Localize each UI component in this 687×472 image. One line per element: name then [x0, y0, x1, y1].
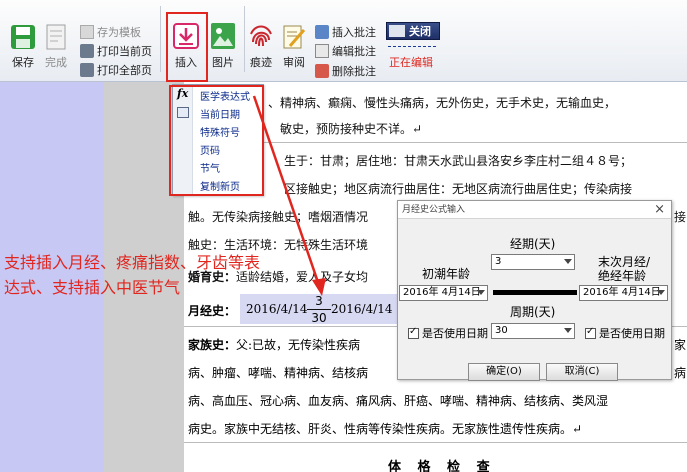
checkbox[interactable]	[408, 326, 419, 339]
doc-line: 接	[674, 210, 687, 224]
use-date-checkbox-right[interactable]: 是否使用日期	[585, 325, 665, 341]
doc-line: 病、肿瘤、哮喘、精神病、结核病	[188, 366, 369, 380]
trace-label: 痕迹	[250, 56, 272, 69]
template-icon	[80, 25, 94, 39]
comment-delete-icon	[315, 64, 329, 78]
menstrual-start-date: 2016/4/14	[246, 302, 308, 316]
last-period-date-value: 2016年 4月14日	[583, 287, 661, 298]
doc-line: 病	[674, 366, 687, 380]
review-document-icon	[283, 25, 306, 49]
menopause-age-label: 绝经年龄	[598, 269, 647, 283]
save-template-label: 存为模板	[97, 26, 141, 39]
done-button[interactable]: 完成	[44, 24, 68, 70]
toolbar-separator	[160, 6, 161, 72]
feature-annotation: 支持插入月经、疼痛指数、牙齿等表达式、支持插入中医节气	[4, 253, 261, 297]
family-history-line: 家族史：父:已故，无传染性疾病	[188, 336, 360, 353]
menu-highlight-box	[169, 85, 264, 196]
period-select[interactable]: 3	[491, 254, 575, 270]
dialog-title: 月经史公式输入	[402, 205, 466, 215]
fingerprint-icon	[250, 25, 272, 47]
print-page-label: 打印当前页	[97, 45, 152, 58]
comment-add-icon	[315, 25, 329, 39]
cycle-select[interactable]: 30	[491, 323, 575, 339]
doc-line: 敏史，预防接种史不详。↵	[280, 122, 423, 136]
use-date-label: 是否使用日期	[422, 327, 488, 340]
use-date-checkbox-left[interactable]: 是否使用日期	[408, 325, 488, 341]
cycle-value: 30	[495, 325, 508, 336]
physical-exam-title: 体 格 检 查	[388, 460, 496, 472]
insert-comment-label: 插入批注	[332, 26, 376, 39]
insert-highlight-box	[166, 12, 208, 82]
cancel-button[interactable]: 取消(C)	[546, 363, 618, 381]
menstrual-label: 月经史：	[188, 304, 237, 318]
image-button[interactable]: 图片	[210, 22, 236, 70]
family-text: 父:已故，无传染性疾病	[236, 338, 361, 352]
checkbox[interactable]	[585, 326, 596, 339]
image-label: 图片	[212, 56, 234, 69]
fraction-denominator: 30	[311, 311, 327, 325]
toolbar: 保存 完成 存为模板 打印当前页 打印全部页 插入 图片 痕迹 审阅 插入批注 …	[0, 0, 687, 82]
edit-mode-toggle[interactable]: 关闭	[386, 22, 440, 40]
chevron-down-icon	[564, 328, 572, 333]
document-check-icon	[46, 24, 66, 50]
done-label: 完成	[45, 56, 67, 69]
save-icon	[11, 25, 35, 49]
menstrual-end-date: 2016/4/14	[331, 302, 393, 316]
doc-line: 触。无传染病接触史；嗜烟酒情况	[188, 210, 369, 224]
edit-comment-label: 编辑批注	[332, 45, 376, 58]
editing-status: 正在编辑	[389, 56, 433, 69]
fraction-bar	[307, 309, 331, 310]
chevron-down-icon	[564, 259, 572, 264]
chevron-down-icon	[657, 290, 665, 295]
save-button[interactable]: 保存	[10, 24, 36, 70]
delete-comment-button[interactable]: 删除批注	[315, 63, 376, 79]
formula-fraction-bar	[493, 290, 577, 295]
cycle-label: 周期(天)	[510, 305, 556, 319]
last-period-date-picker[interactable]: 2016年 4月14日	[579, 285, 668, 301]
menstrual-formula-dialog: 月经史公式输入 × 经期(天) 3 初潮年龄 末次月经/ 绝经年龄 2016年 …	[397, 200, 672, 381]
divider	[184, 442, 687, 443]
save-template-button[interactable]: 存为模板	[80, 24, 141, 40]
insert-comment-button[interactable]: 插入批注	[315, 24, 376, 40]
print-page-button[interactable]: 打印当前页	[80, 43, 152, 59]
close-icon[interactable]: ×	[654, 202, 665, 217]
save-label: 保存	[12, 56, 34, 69]
doc-line: 家	[674, 338, 687, 352]
menarche-age-label: 初潮年龄	[422, 267, 471, 281]
edit-comment-button[interactable]: 编辑批注	[315, 43, 376, 59]
period-value: 3	[495, 256, 502, 267]
menarche-date-value: 2016年 4月14日	[403, 287, 481, 298]
printer-icon	[80, 63, 94, 77]
dialog-titlebar: 月经史公式输入	[398, 201, 671, 219]
print-all-label: 打印全部页	[97, 64, 152, 77]
review-button[interactable]: 审阅	[282, 24, 306, 70]
delete-comment-label: 删除批注	[332, 65, 376, 78]
toggle-knob	[389, 25, 405, 37]
print-all-button[interactable]: 打印全部页	[80, 62, 152, 78]
menarche-date-picker[interactable]: 2016年 4月14日	[399, 285, 488, 301]
fraction-numerator: 3	[315, 294, 323, 308]
doc-line: 生于：甘肃；居住地：甘肃天水武山县洛安乡李庄村二组４８号；	[284, 154, 633, 168]
doc-line: 、精神病、癫痫、慢性头痛病，无外伤史，无手术史，无输血史，	[268, 96, 617, 110]
doc-line: 病史。家族中无结核、肝炎、性病等传染性疾病。无家族性遗传性疾病。↵	[188, 422, 583, 436]
doc-line: 区接触史；地区病流行曲居住：无地区病流行曲居住史；传染病接	[284, 182, 633, 196]
review-label: 审阅	[283, 56, 305, 69]
printer-icon	[80, 44, 94, 58]
trace-button[interactable]: 痕迹	[249, 24, 273, 70]
family-label: 家族史：	[188, 338, 237, 352]
doc-line: 病、高血压、冠心病、血友病、痛风病、肝癌、哮喘、精神病、结核病、类风湿	[188, 394, 609, 408]
ok-button[interactable]: 确定(O)	[468, 363, 540, 381]
chevron-down-icon	[477, 290, 485, 295]
toolbar-separator	[244, 6, 245, 72]
period-label: 经期(天)	[510, 237, 556, 251]
menstrual-history-line[interactable]: 月经史：	[188, 302, 236, 319]
use-date-label: 是否使用日期	[599, 327, 665, 340]
image-icon	[211, 23, 235, 49]
status-divider	[388, 46, 436, 47]
menstrual-fraction: 3 30	[307, 294, 331, 325]
comment-edit-icon	[315, 44, 329, 58]
